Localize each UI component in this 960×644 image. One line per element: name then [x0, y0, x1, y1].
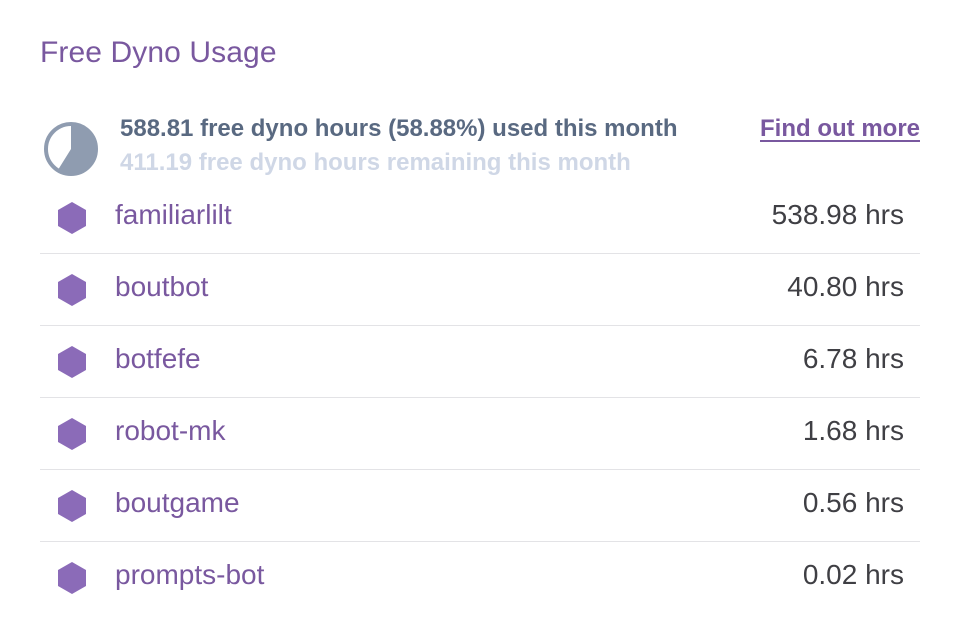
app-row: boutgame 0.56 hrs	[40, 470, 920, 542]
app-usage-list: familiarlilt 538.98 hrs boutbot 40.80 hr…	[40, 182, 920, 613]
app-row: botfefe 6.78 hrs	[40, 326, 920, 398]
app-row: boutbot 40.80 hrs	[40, 254, 920, 326]
app-hours: 538.98 hrs	[771, 199, 904, 230]
find-out-more-link[interactable]: Find out more	[760, 115, 920, 143]
used-hours-text: 588.81 free dyno hours (58.88%) used thi…	[120, 115, 678, 142]
app-name-link[interactable]: boutgame	[115, 487, 240, 519]
hexagon-icon	[58, 418, 86, 450]
app-name-link[interactable]: botfefe	[115, 343, 201, 375]
hexagon-icon	[58, 274, 86, 306]
app-hours: 0.02 hrs	[802, 559, 904, 590]
remaining-hours-text: 411.19 free dyno hours remaining this mo…	[120, 149, 631, 176]
hexagon-icon	[58, 562, 86, 594]
app-hours: 6.78 hrs	[802, 343, 904, 374]
section-title: Free Dyno Usage	[40, 36, 277, 69]
app-hours: 40.80 hrs	[787, 271, 904, 302]
app-hours: 0.56 hrs	[802, 487, 904, 518]
hexagon-icon	[58, 202, 86, 234]
app-row: familiarlilt 538.98 hrs	[40, 182, 920, 254]
app-row: robot-mk 1.68 hrs	[40, 398, 920, 470]
app-name-link[interactable]: prompts-bot	[115, 559, 264, 591]
app-hours: 1.68 hrs	[802, 415, 904, 446]
app-name-link[interactable]: familiarlilt	[115, 199, 232, 231]
hexagon-icon	[58, 346, 86, 378]
app-name-link[interactable]: robot-mk	[115, 415, 225, 447]
app-name-link[interactable]: boutbot	[115, 271, 208, 303]
usage-pie-icon	[44, 122, 98, 176]
app-row: prompts-bot 0.02 hrs	[40, 542, 920, 613]
usage-summary: 588.81 free dyno hours (58.88%) used thi…	[40, 112, 920, 184]
hexagon-icon	[58, 490, 86, 522]
